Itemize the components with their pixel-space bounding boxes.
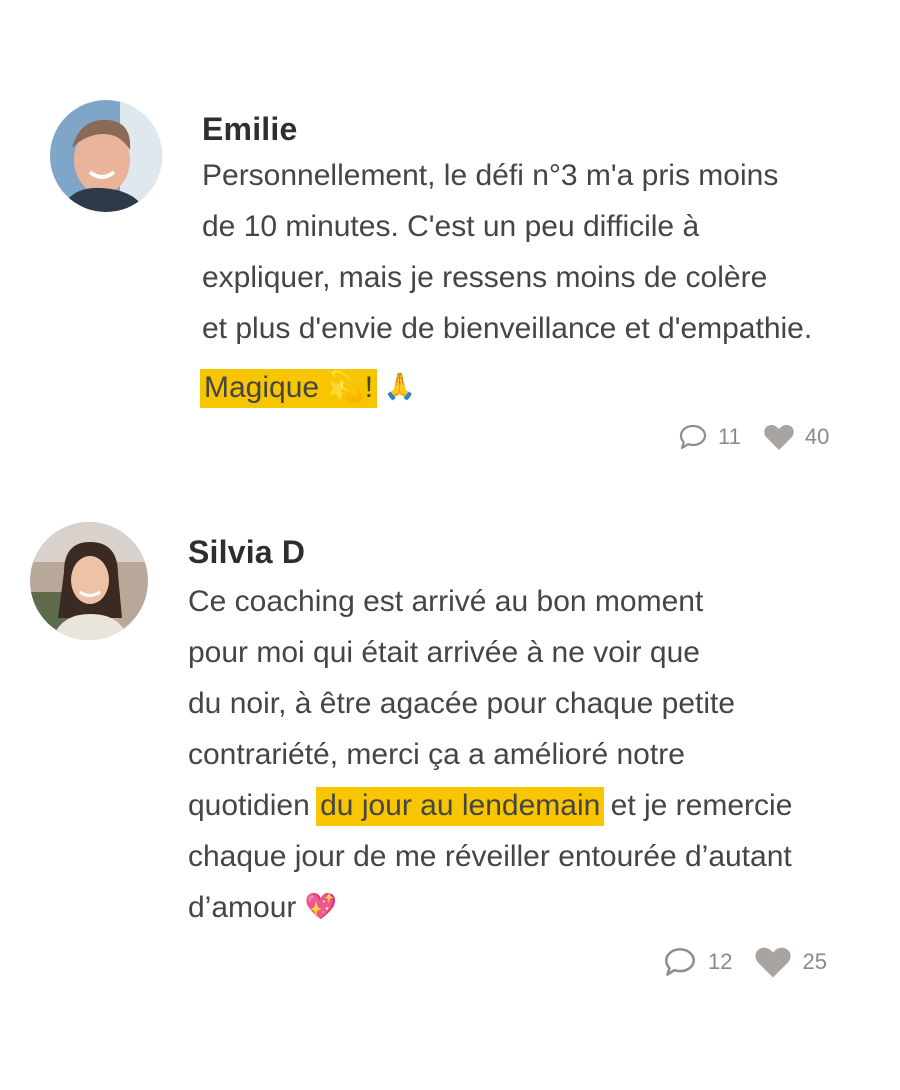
comment-author[interactable]: Silvia D	[188, 534, 305, 571]
line-text: et je remercie	[602, 789, 793, 822]
comment-text-line: chaque jour de me réveiller entourée d’a…	[188, 840, 792, 873]
comment-text-line: d’amour 💖	[188, 882, 792, 933]
line-text: quotidien	[188, 789, 319, 822]
comment-silvia-d: Silvia D Ce coaching est arrivé au bon m…	[0, 0, 900, 1090]
reply-count: 12	[708, 949, 733, 974]
like-count: 25	[802, 949, 827, 974]
comment-text: Ce coaching est arrivé au bon moment pou…	[188, 576, 792, 933]
reply-action[interactable]: 12	[662, 946, 732, 978]
comment-text-line: quotidien du jour au lendemain et je rem…	[188, 780, 792, 831]
sparkling-heart-emoji: 💖	[304, 892, 338, 922]
comment-text-line: pour moi qui était arrivée à ne voir que	[188, 636, 700, 669]
avatar[interactable]	[30, 522, 148, 640]
comment-actions: 12 25	[662, 945, 827, 979]
comment-text-line: contrariété, merci ça a amélioré notre	[188, 738, 685, 771]
line-text: d’amour	[188, 891, 305, 924]
comment-text-line: Ce coaching est arrivé au bon moment	[188, 585, 704, 618]
heart-icon[interactable]	[754, 945, 792, 979]
speech-bubble-icon[interactable]	[662, 946, 698, 978]
comment-text-line: du noir, à être agacée pour chaque petit…	[188, 687, 736, 720]
highlighted-text: du jour au lendemain	[316, 787, 605, 826]
like-action[interactable]: 25	[754, 945, 827, 979]
